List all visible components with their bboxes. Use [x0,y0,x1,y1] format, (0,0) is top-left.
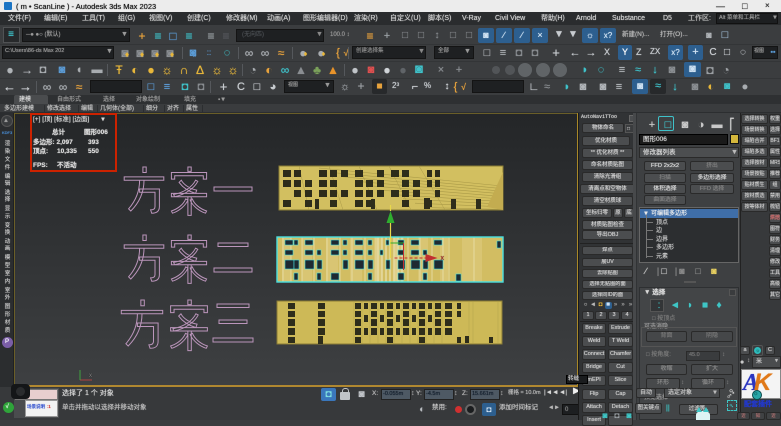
svg-text:x: x [89,373,92,379]
svg-text:x: x [441,255,445,262]
